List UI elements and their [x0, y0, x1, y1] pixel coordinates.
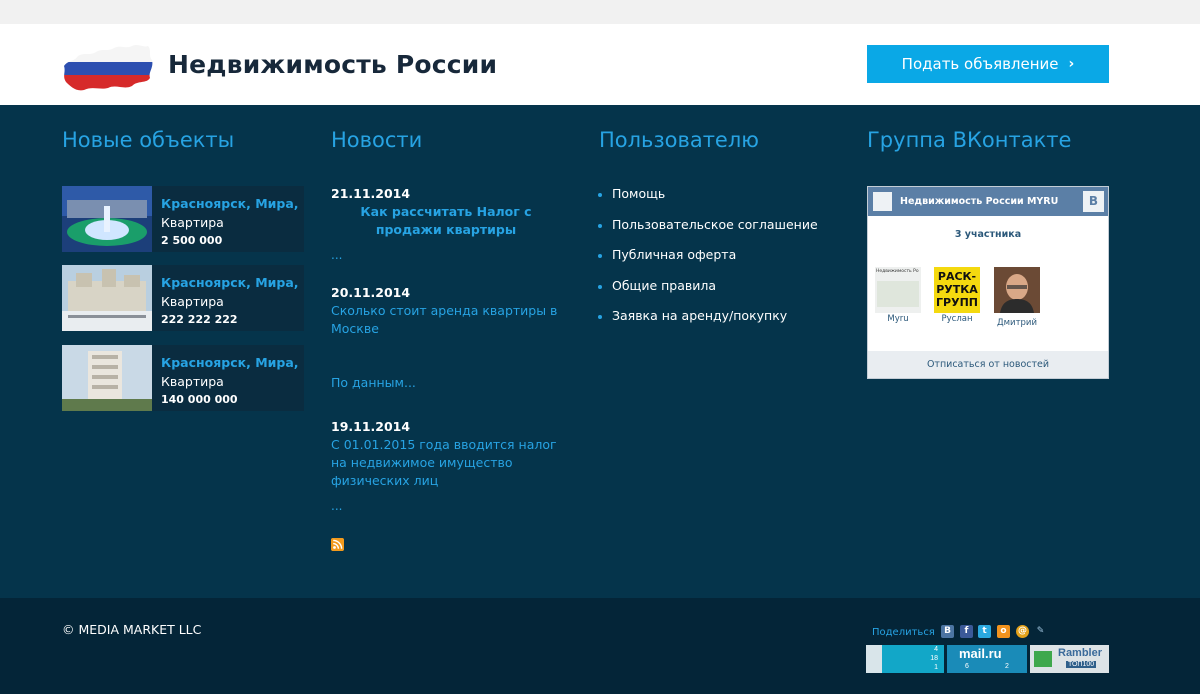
object-card[interactable]: Красноярск, Мира, 12 Квартира 2 500 000	[62, 186, 304, 252]
rambler-sub-text: ТОП100	[1066, 661, 1097, 668]
counter-value: 6	[965, 663, 969, 670]
news-headline-link[interactable]: Как рассчитать Налог с продажи квартиры	[331, 203, 561, 239]
member-avatar: Недвижимость Ро	[875, 267, 921, 313]
object-type: Квартира	[161, 294, 224, 309]
vk-group-title: Группа ВКонтакте	[867, 128, 1072, 152]
object-card[interactable]: Красноярск, Мира, 14 Квартира 222 222 22…	[62, 265, 304, 331]
vk-member[interactable]: Недвижимость Ро Myru	[875, 267, 921, 324]
vk-unsubscribe-link[interactable]: Отписаться от новостей	[868, 351, 1108, 378]
vk-members-count[interactable]: 3 участника	[868, 229, 1108, 240]
odnoklassniki-share-icon[interactable]: o	[997, 625, 1010, 638]
submit-listing-button[interactable]: Подать объявление ›	[867, 45, 1109, 83]
vk-group-name[interactable]: Недвижимость России MYRU	[900, 196, 1058, 207]
news-date: 21.11.2014	[331, 186, 411, 201]
mailru-counter[interactable]: mail.ru 6 2	[947, 645, 1027, 673]
news-more-link[interactable]: По данным...	[331, 374, 561, 392]
user-section-title: Пользователю	[599, 128, 759, 152]
news-item: 21.11.2014 Как рассчитать Налог с продаж…	[331, 186, 561, 262]
news-headline-link[interactable]: Сколько стоит аренда квартиры в Москве	[331, 302, 561, 338]
user-links-list: Помощь Пользовательское соглашение Публи…	[598, 186, 818, 339]
share-label: Поделиться	[872, 627, 935, 638]
member-avatar: РАСК-РУТКА ГРУПП	[934, 267, 980, 313]
liveinternet-counter[interactable]: 4 18 1	[866, 645, 944, 673]
member-avatar	[994, 267, 1040, 313]
vk-logo-icon[interactable]: B	[1083, 191, 1104, 212]
user-link-rules[interactable]: Общие правила	[598, 278, 818, 309]
object-type: Квартира	[161, 215, 224, 230]
counter-value: 1	[934, 664, 938, 671]
mailru-share-icon[interactable]: @	[1016, 625, 1029, 638]
user-link-offer[interactable]: Публичная оферта	[598, 247, 818, 278]
new-objects-title: Новые объекты	[62, 128, 235, 152]
top-strip	[0, 0, 1200, 24]
site-header: Недвижимость России Подать объявление ›	[0, 24, 1200, 105]
news-headline-link[interactable]: С 01.01.2015 года вводится налог на недв…	[331, 436, 561, 490]
vk-group-avatar[interactable]	[873, 192, 892, 211]
user-link-help[interactable]: Помощь	[598, 186, 818, 217]
chevron-right-icon: ›	[1068, 56, 1075, 72]
rambler-logo-text: Rambler	[1058, 647, 1103, 659]
member-avatar-text: РАСК-РУТКА ГРУПП	[936, 270, 978, 309]
object-price: 222 222 222	[161, 313, 238, 326]
facebook-share-icon[interactable]: f	[960, 625, 973, 638]
submit-listing-label: Подать объявление	[901, 55, 1059, 73]
object-city[interactable]: Красноярск, Мира, 14	[161, 355, 304, 370]
member-name: Дмитрий	[997, 318, 1037, 328]
news-more-link[interactable]: ...	[331, 248, 561, 262]
tower-photo	[62, 345, 152, 411]
object-type: Квартира	[161, 374, 224, 389]
user-link-rent-request[interactable]: Заявка на аренду/покупку	[598, 308, 818, 339]
fountain-photo	[62, 186, 152, 252]
counter-value: 4	[934, 646, 938, 653]
rambler-top100-counter[interactable]: Rambler ТОП100	[1030, 645, 1109, 673]
news-item: 20.11.2014 Сколько стоит аренда квартиры…	[331, 285, 561, 392]
vk-member[interactable]: Дмитрий	[994, 267, 1040, 328]
vk-widget: Недвижимость России MYRU B 3 участника Н…	[867, 186, 1109, 379]
member-name: Руслан	[941, 314, 973, 324]
object-city[interactable]: Красноярск, Мира, 14	[161, 275, 304, 290]
object-price: 2 500 000	[161, 234, 223, 247]
russia-flag-map-logo[interactable]	[62, 40, 154, 94]
object-price: 140 000 000	[161, 393, 238, 406]
livejournal-share-icon[interactable]: ✎	[1034, 625, 1047, 638]
vk-member[interactable]: РАСК-РУТКА ГРУПП Руслан	[934, 267, 980, 324]
counter-value: 18	[930, 655, 938, 662]
vk-share-icon[interactable]: B	[941, 625, 954, 638]
news-more-link[interactable]: ...	[331, 499, 561, 513]
member-avatar-text: Недвижимость Ро	[876, 269, 919, 274]
news-title: Новости	[331, 128, 423, 152]
news-date: 19.11.2014	[331, 419, 411, 434]
object-city[interactable]: Красноярск, Мира, 12	[161, 196, 304, 211]
site-title[interactable]: Недвижимость России	[168, 50, 497, 79]
news-date: 20.11.2014	[331, 285, 411, 300]
news-item: 19.11.2014 С 01.01.2015 года вводится на…	[331, 419, 561, 513]
user-link-agreement[interactable]: Пользовательское соглашение	[598, 217, 818, 248]
member-name: Myru	[887, 314, 909, 324]
copyright-text: © MEDIA MARKET LLC	[62, 622, 202, 637]
building-photo	[62, 265, 152, 331]
counter-value: 2	[1005, 663, 1009, 670]
vk-widget-header: Недвижимость России MYRU B	[868, 187, 1108, 216]
object-card[interactable]: Красноярск, Мира, 14 Квартира 140 000 00…	[62, 345, 304, 411]
twitter-share-icon[interactable]: t	[978, 625, 991, 638]
rss-icon[interactable]	[331, 538, 344, 551]
mailru-logo-text: mail.ru	[959, 646, 1002, 661]
site-footer: © MEDIA MARKET LLC Поделиться B f t o @ …	[0, 598, 1200, 694]
